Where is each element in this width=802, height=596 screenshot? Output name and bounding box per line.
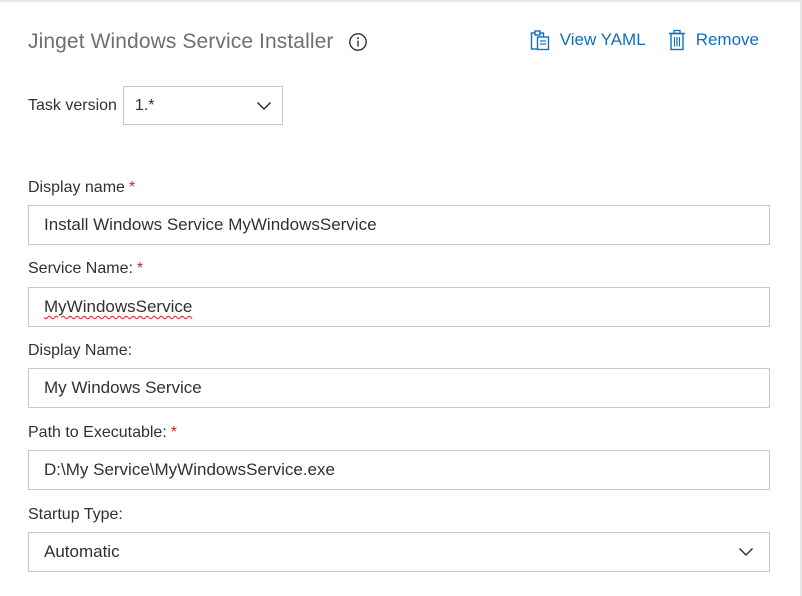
- panel-border-top: [0, 0, 802, 2]
- task-panel: Jinget Windows Service Installer View YA…: [0, 0, 802, 596]
- header-actions: View YAML Remove: [530, 29, 759, 51]
- display-name-input[interactable]: Install Windows Service MyWindowsService: [28, 205, 770, 245]
- path-label: Path to Executable: *: [28, 424, 177, 441]
- trash-icon: [668, 29, 685, 51]
- task-version-value: 1.*: [134, 96, 155, 114]
- info-icon[interactable]: [348, 32, 368, 52]
- panel-header: Jinget Windows Service Installer: [28, 30, 368, 54]
- view-yaml-button[interactable]: View YAML: [530, 29, 646, 51]
- remove-button[interactable]: Remove: [668, 29, 759, 51]
- view-yaml-label: View YAML: [559, 30, 646, 49]
- task-version-label: Task version: [28, 96, 117, 114]
- chevron-down-icon: [738, 547, 754, 557]
- startup-type-label: Startup Type:: [28, 506, 123, 523]
- clipboard-icon: [530, 30, 549, 51]
- chevron-down-icon: [256, 101, 271, 110]
- task-version-select[interactable]: 1.*: [122, 86, 283, 125]
- display-name-2-value: My Windows Service: [44, 378, 202, 397]
- service-name-value: MyWindowsService: [44, 297, 193, 316]
- required-marker: *: [128, 179, 136, 196]
- path-input[interactable]: D:\My Service\MyWindowsService.exe: [28, 450, 770, 490]
- display-name-value: Install Windows Service MyWindowsService: [44, 215, 377, 234]
- service-name-label: Service Name: *: [28, 260, 144, 277]
- startup-type-select[interactable]: Automatic: [28, 532, 770, 572]
- remove-label: Remove: [695, 30, 759, 49]
- display-name-label: Display name *: [28, 179, 136, 196]
- required-marker: *: [136, 260, 144, 277]
- service-name-input[interactable]: MyWindowsService: [28, 287, 770, 327]
- display-name-2-label: Display Name:: [28, 342, 133, 359]
- task-title: Jinget Windows Service Installer: [28, 30, 334, 53]
- path-value: D:\My Service\MyWindowsService.exe: [44, 460, 335, 479]
- display-name-2-input[interactable]: My Windows Service: [28, 368, 770, 408]
- startup-type-value: Automatic: [44, 542, 120, 561]
- task-version-row: Task version 1.*: [28, 86, 283, 125]
- required-marker: *: [170, 424, 177, 441]
